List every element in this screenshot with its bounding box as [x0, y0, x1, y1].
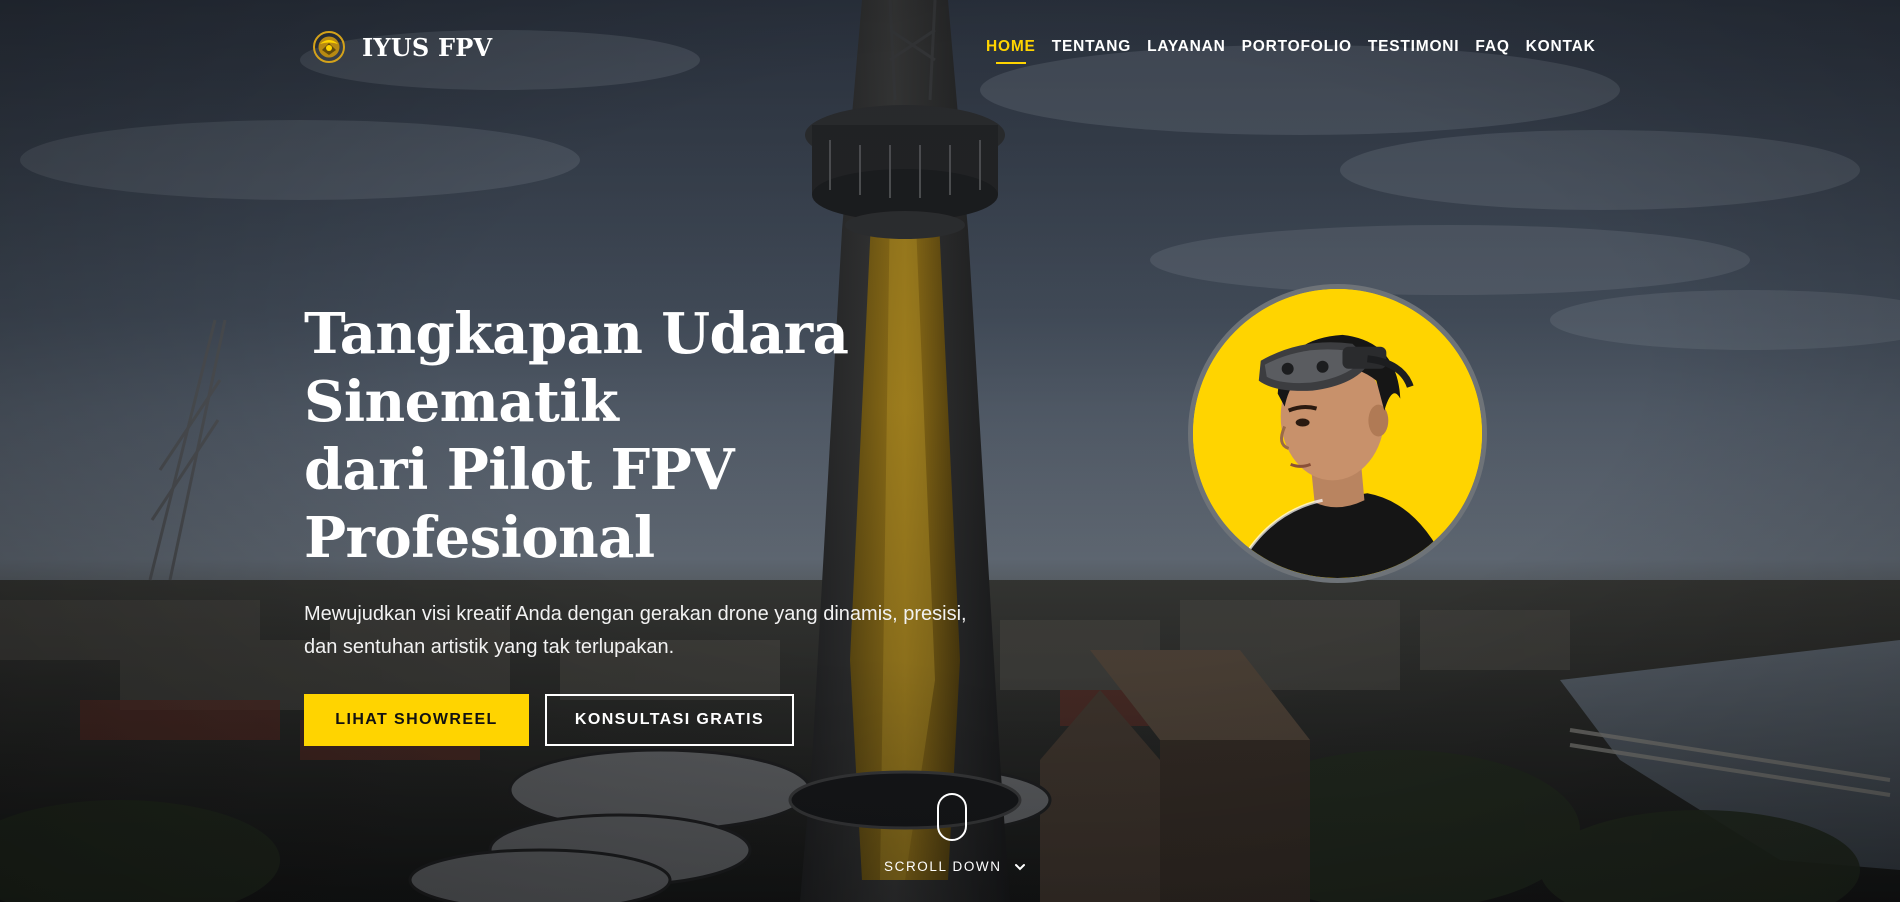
nav-item-faq[interactable]: FAQ	[1475, 38, 1509, 66]
hero-title-line1: Tangkapan Udara Sinematik	[304, 301, 849, 435]
brand-emblem-icon	[312, 30, 346, 64]
scroll-down-label: SCROLL DOWN	[884, 859, 1002, 874]
nav-item-testimoni[interactable]: TESTIMONI	[1368, 38, 1460, 66]
chevron-down-icon	[1014, 863, 1025, 870]
pilot-avatar	[1188, 284, 1487, 583]
hero-buttons: LIHAT SHOWREEL KONSULTASI GRATIS	[304, 694, 1064, 746]
hero-subtitle: Mewujudkan visi kreatif Anda dengan gera…	[304, 598, 1044, 664]
brand-link[interactable]: IYUS FPV	[312, 30, 492, 64]
pilot-portrait-illustration	[1193, 289, 1482, 578]
showreel-button[interactable]: LIHAT SHOWREEL	[304, 694, 529, 746]
hero-title-line2: dari Pilot FPV Profesional	[304, 437, 735, 571]
nav-item-layanan[interactable]: LAYANAN	[1147, 38, 1226, 66]
hero-content: Tangkapan Udara Sinematik dari Pilot FPV…	[304, 300, 1064, 746]
brand-name: IYUS FPV	[362, 32, 493, 62]
hero-subtitle-line1: Mewujudkan visi kreatif Anda dengan gera…	[304, 603, 967, 625]
hero-subtitle-line2: dan sentuhan artistik yang tak terlupaka…	[304, 636, 675, 658]
free-consultation-button[interactable]: KONSULTASI GRATIS	[545, 694, 794, 746]
nav-item-tentang[interactable]: TENTANG	[1052, 38, 1131, 66]
hero-title: Tangkapan Udara Sinematik dari Pilot FPV…	[304, 300, 1064, 572]
nav-item-kontak[interactable]: KONTAK	[1526, 38, 1596, 66]
mouse-scroll-icon[interactable]	[937, 793, 967, 841]
scroll-down-link[interactable]: SCROLL DOWN	[884, 859, 1026, 874]
nav-menu: HOME TENTANG LAYANAN PORTOFOLIO TESTIMON…	[986, 38, 1596, 66]
nav-item-home[interactable]: HOME	[986, 38, 1036, 66]
navbar: IYUS FPV HOME TENTANG LAYANAN PORTOFOLIO…	[0, 0, 1900, 96]
nav-item-portofolio[interactable]: PORTOFOLIO	[1242, 38, 1352, 66]
